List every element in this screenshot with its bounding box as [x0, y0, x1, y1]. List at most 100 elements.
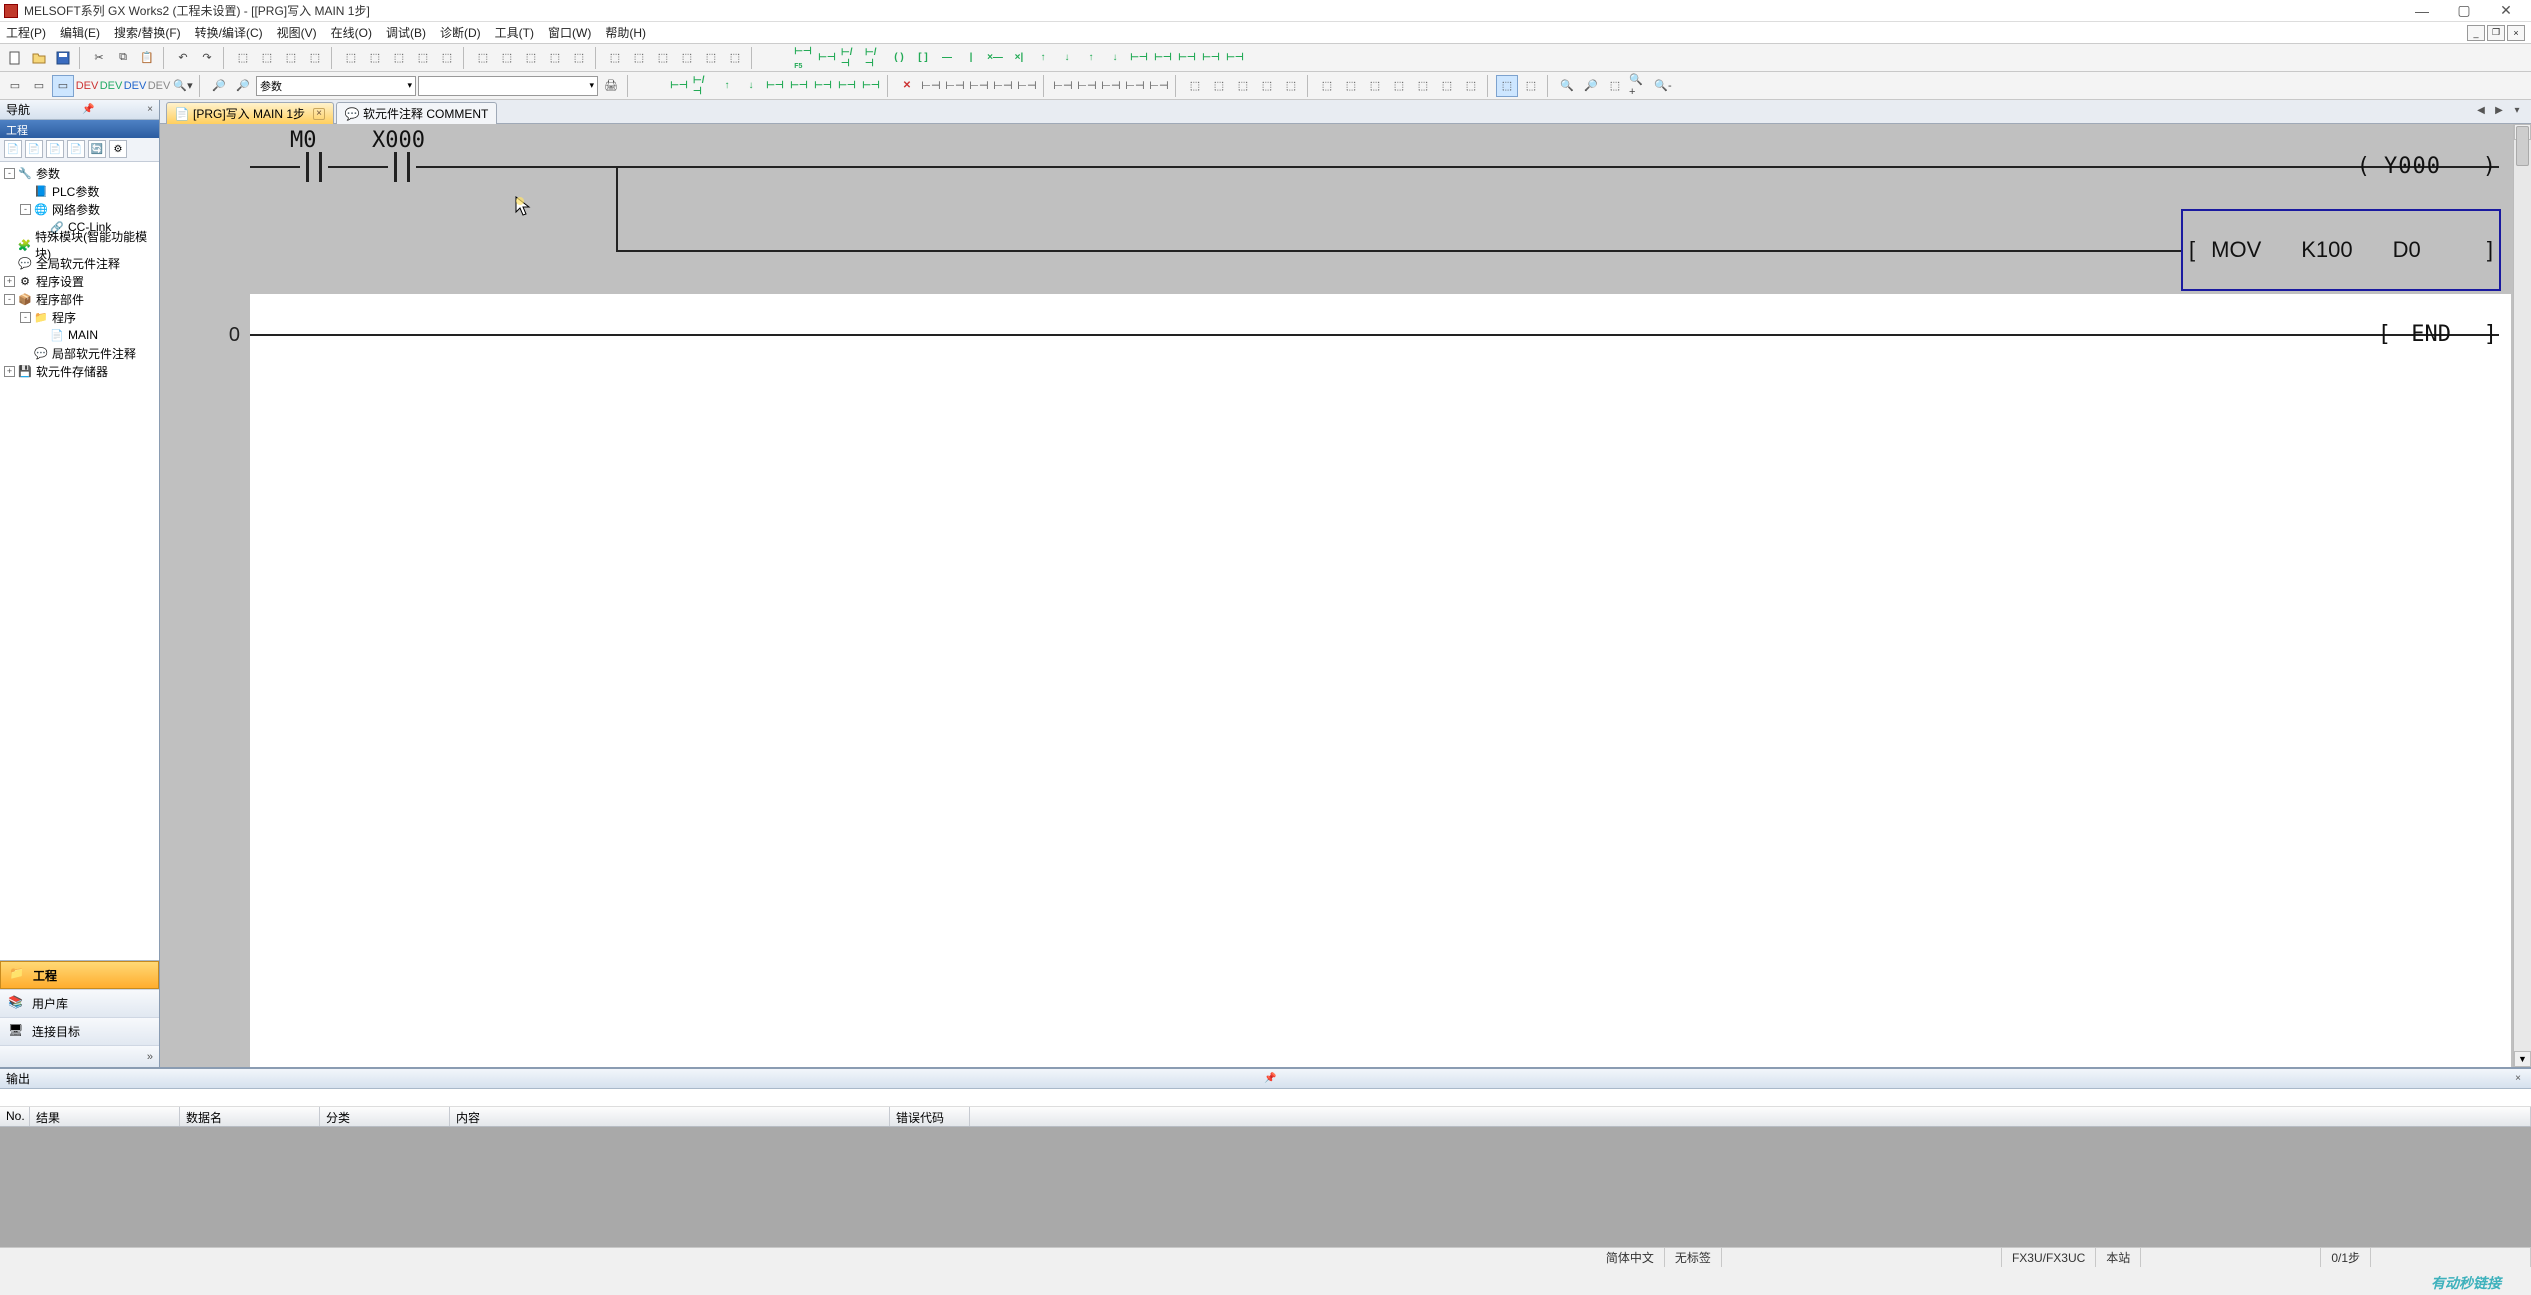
edit-b4[interactable]: ⊢⊣ — [992, 75, 1014, 97]
menu-tools[interactable]: 工具(T) — [495, 24, 534, 41]
ladder-caf5[interactable]: ⊢⊣ — [1152, 47, 1174, 69]
end-instruction[interactable]: END — [2411, 322, 2451, 347]
editor-scrollbar[interactable]: ▲ ▼ — [2513, 124, 2531, 1067]
edit-d6[interactable]: ⬚ — [1436, 75, 1458, 97]
tree-prog-parts[interactable]: -📦程序部件 — [0, 290, 159, 308]
tool-btn-a11[interactable]: ⬚ — [496, 47, 518, 69]
menu-view[interactable]: 视图(V) — [277, 24, 317, 41]
tree-special-module[interactable]: 🧩特殊模块(智能功能模块) — [0, 236, 159, 254]
edit-b2[interactable]: ⊢⊣ — [944, 75, 966, 97]
tool-btn-a13[interactable]: ⬚ — [544, 47, 566, 69]
view-btn-4[interactable]: DEV — [76, 75, 98, 97]
edit-d1[interactable]: ⬚ — [1316, 75, 1338, 97]
edit-b3[interactable]: ⊢⊣ — [968, 75, 990, 97]
ladder-f9-hline[interactable]: — — [936, 47, 958, 69]
edit-d7[interactable]: ⬚ — [1460, 75, 1482, 97]
tree-tool-4[interactable]: 📄 — [67, 140, 85, 158]
tool-btn-a5[interactable]: ⬚ — [340, 47, 362, 69]
edit-f1[interactable]: 🔍 — [1556, 75, 1578, 97]
edit-sf6[interactable]: ⊢/⊣ — [692, 75, 714, 97]
edit-saf8[interactable]: ⊢⊣ — [860, 75, 882, 97]
copy-button[interactable]: ⧉ — [112, 47, 134, 69]
edit-f3[interactable]: ⬚ — [1604, 75, 1626, 97]
edit-b8[interactable]: ⊢⊣ — [1100, 75, 1122, 97]
col-errcode[interactable]: 错误代码 — [890, 1107, 970, 1126]
mdi-restore[interactable]: ❐ — [2487, 25, 2505, 41]
edit-b10[interactable]: ⊢⊣ — [1148, 75, 1170, 97]
tree-prog-setting[interactable]: +⚙程序设置 — [0, 272, 159, 290]
edit-e2[interactable]: ⬚ — [1520, 75, 1542, 97]
tool-btn-a6[interactable]: ⬚ — [364, 47, 386, 69]
navcat-overflow[interactable]: » — [0, 1045, 159, 1067]
edit-b6[interactable]: ⊢⊣ — [1052, 75, 1074, 97]
ladder-sf5[interactable]: ⊢⊣ — [816, 47, 838, 69]
menu-search[interactable]: 搜索/替换(F) — [114, 24, 181, 41]
find-device-button[interactable]: 🔎 — [232, 75, 254, 97]
ladder-caf10[interactable]: ⊢⊣ — [1176, 47, 1198, 69]
menu-help[interactable]: 帮助(H) — [605, 24, 646, 41]
scroll-down-icon[interactable]: ▼ — [2514, 1051, 2531, 1067]
tool-btn-a4[interactable]: ⬚ — [304, 47, 326, 69]
edit-f2[interactable]: 🔎 — [1580, 75, 1602, 97]
view-btn-1[interactable]: ▭ — [4, 75, 26, 97]
ladder-sf6[interactable]: ⊢/⊣ — [864, 47, 886, 69]
menu-edit[interactable]: 编辑(E) — [60, 24, 100, 41]
ladder-f8-app[interactable]: [ ] — [912, 47, 934, 69]
tab-main-program[interactable]: 📄 [PRG]写入 MAIN 1步 × — [166, 102, 334, 124]
edit-e1-active[interactable]: ⬚ — [1496, 75, 1518, 97]
scroll-thumb[interactable] — [2516, 126, 2529, 166]
zoom-out-button[interactable]: 🔍- — [1652, 75, 1674, 97]
close-button[interactable]: ✕ — [2485, 0, 2527, 22]
tab-prev-button[interactable]: ◀ — [2473, 102, 2489, 118]
menu-online[interactable]: 在线(O) — [331, 24, 372, 41]
ladder-f10[interactable]: ⊢⊣ — [1200, 47, 1222, 69]
contact-x000[interactable] — [388, 152, 416, 182]
tree-net-param[interactable]: -🌐网络参数 — [0, 200, 159, 218]
col-no[interactable]: No. — [0, 1107, 30, 1126]
ladder-sf7-rise[interactable]: ↑ — [1032, 47, 1054, 69]
tab-close-icon[interactable]: × — [313, 108, 325, 120]
edit-d3[interactable]: ⬚ — [1364, 75, 1386, 97]
find-button[interactable]: 🔎 — [208, 75, 230, 97]
edit-b7[interactable]: ⊢⊣ — [1076, 75, 1098, 97]
ladder-f7-coil[interactable]: ( ) — [888, 47, 910, 69]
edit-d2[interactable]: ⬚ — [1340, 75, 1362, 97]
output-close-icon[interactable]: × — [2515, 1073, 2521, 1084]
tool-btn-a10[interactable]: ⬚ — [472, 47, 494, 69]
tree-device-memory[interactable]: +💾软元件存储器 — [0, 362, 159, 380]
ladder-editor[interactable]: 0 M0 X000 ( Y000 ) — [160, 124, 2531, 1067]
tree-tool-2[interactable]: 📄 — [25, 140, 43, 158]
tool-btn-a19[interactable]: ⬚ — [700, 47, 722, 69]
navcat-target[interactable]: 🖥连接目标 — [0, 1017, 159, 1045]
tool-btn-a14[interactable]: ⬚ — [568, 47, 590, 69]
edit-sf7[interactable]: ↑ — [716, 75, 738, 97]
tree-param[interactable]: -🔧参数 — [0, 164, 159, 182]
tool-btn-a18[interactable]: ⬚ — [676, 47, 698, 69]
ladder-f6[interactable]: ⊢/⊣ — [840, 47, 862, 69]
tool-btn-a9[interactable]: ⬚ — [436, 47, 458, 69]
col-class[interactable]: 分类 — [320, 1107, 450, 1126]
undo-button[interactable]: ↶ — [172, 47, 194, 69]
menu-debug[interactable]: 调试(B) — [386, 24, 426, 41]
tree-tool-1[interactable]: 📄 — [4, 140, 22, 158]
tool-btn-a7[interactable]: ⬚ — [388, 47, 410, 69]
open-button[interactable] — [28, 47, 50, 69]
mdi-close[interactable]: × — [2507, 25, 2525, 41]
navcat-project[interactable]: 📁工程 — [0, 961, 159, 989]
ladder-af8[interactable]: ↓ — [1104, 47, 1126, 69]
ladder-cf10[interactable]: ×| — [1008, 47, 1030, 69]
minimize-button[interactable]: — — [2401, 0, 2443, 22]
edit-c2[interactable]: ⬚ — [1208, 75, 1230, 97]
coil-y000-label[interactable]: Y000 — [2384, 154, 2441, 179]
tool-btn-a16[interactable]: ⬚ — [628, 47, 650, 69]
ladder-af5[interactable]: ⊢⊣ — [1128, 47, 1150, 69]
nav-pin-icon[interactable]: 📌 — [82, 104, 94, 115]
param-dropdown[interactable]: 参数▾ — [256, 76, 416, 96]
edit-b9[interactable]: ⊢⊣ — [1124, 75, 1146, 97]
instruction-mov-selected[interactable]: [ MOV K100 D0 ] — [2181, 209, 2501, 291]
tool-btn-a12[interactable]: ⬚ — [520, 47, 542, 69]
edit-saf6[interactable]: ⊢⊣ — [812, 75, 834, 97]
mdi-minimize[interactable]: _ — [2467, 25, 2485, 41]
del-contact-button[interactable]: ✕ — [896, 75, 918, 97]
maximize-button[interactable]: ▢ — [2443, 0, 2485, 22]
